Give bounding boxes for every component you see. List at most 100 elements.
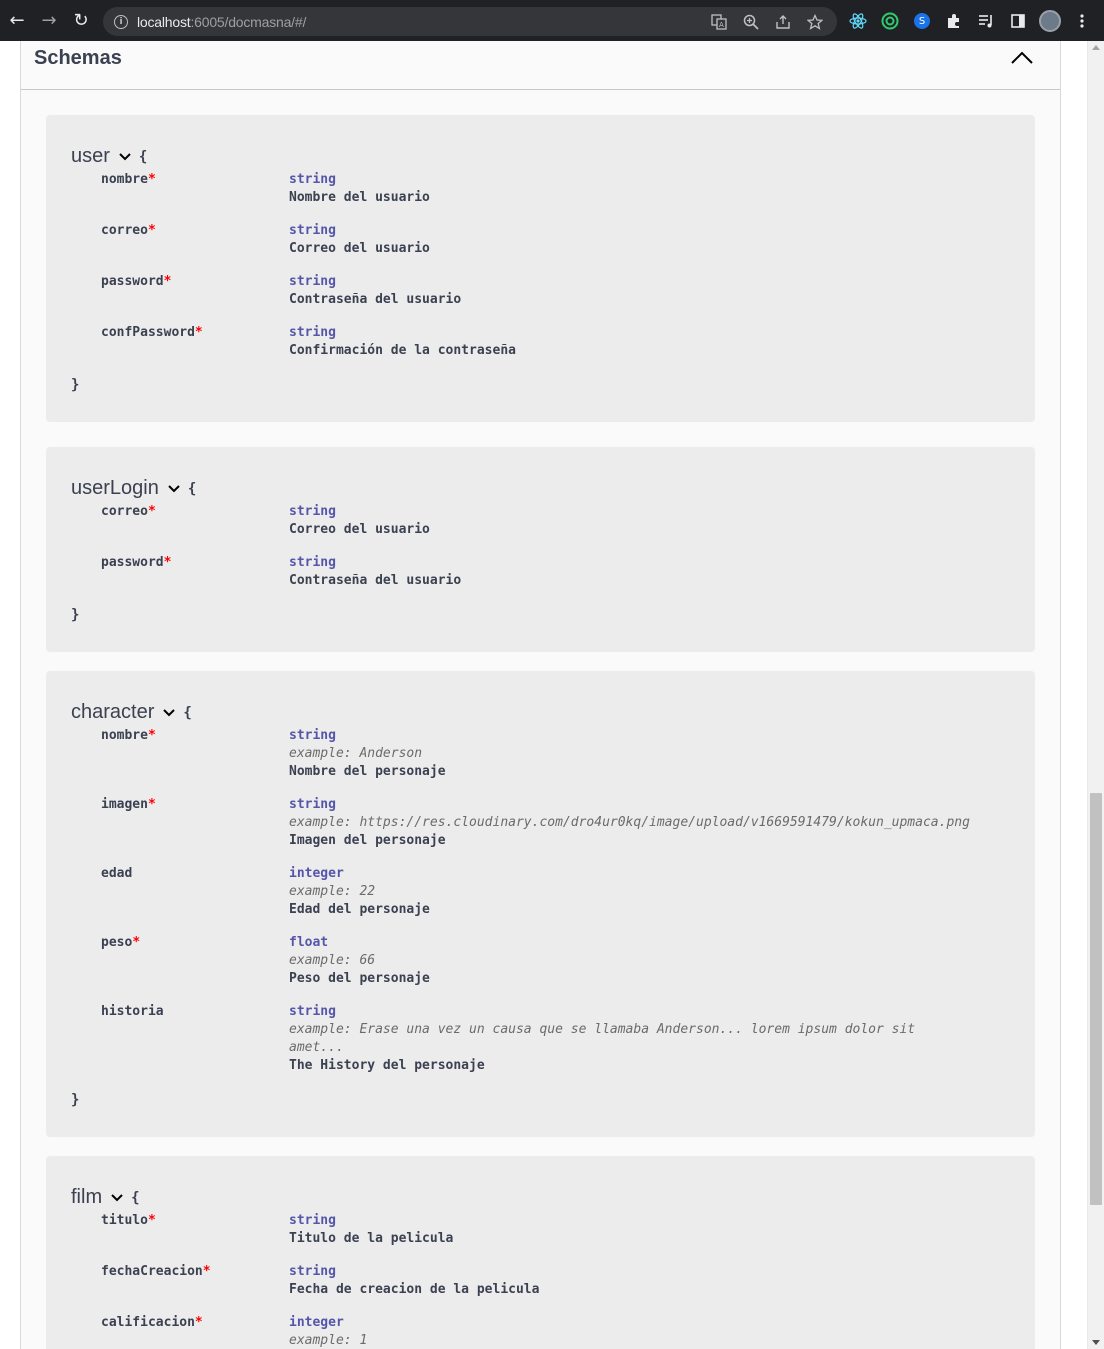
model-title[interactable]: film { bbox=[71, 1186, 140, 1209]
model-name[interactable]: character bbox=[71, 701, 154, 724]
property-name: password* bbox=[101, 555, 172, 570]
property-type: string bbox=[289, 172, 336, 187]
property-name: correo* bbox=[101, 504, 156, 519]
brace-open: { bbox=[183, 704, 192, 721]
property-description: Imagen del personaje bbox=[289, 833, 446, 848]
extension-blue-icon[interactable]: S bbox=[906, 5, 938, 37]
chevron-down-icon[interactable] bbox=[162, 708, 176, 718]
page-content: Schemas user { nombre* string Nombre del … bbox=[0, 41, 1087, 1349]
schemas-section: Schemas user { nombre* string Nombre del … bbox=[20, 41, 1061, 1349]
model-name[interactable]: user bbox=[71, 145, 110, 168]
url-text[interactable]: localhost:6005/docmasna/#/ bbox=[137, 14, 306, 30]
brace-close: } bbox=[71, 607, 80, 623]
page-scrollbar[interactable] bbox=[1087, 41, 1104, 1349]
puzzle-icon[interactable] bbox=[938, 5, 970, 37]
address-bar[interactable]: i localhost:6005/docmasna/#/ A bbox=[103, 7, 837, 36]
info-icon[interactable]: i bbox=[114, 14, 128, 29]
property-name: titulo* bbox=[101, 1213, 156, 1228]
property-example: example: 1 bbox=[289, 1333, 368, 1348]
property-type: string bbox=[289, 504, 336, 519]
property-description: The History del personaje bbox=[289, 1058, 485, 1073]
media-icon[interactable] bbox=[970, 5, 1002, 37]
property-name: peso* bbox=[101, 935, 141, 950]
property-example: example: Anderson bbox=[289, 746, 423, 761]
property-type: integer bbox=[289, 866, 344, 881]
property-example: example: 66 bbox=[289, 953, 376, 968]
chevron-down-icon[interactable] bbox=[167, 484, 181, 494]
property-type: string bbox=[289, 555, 336, 570]
translate-icon[interactable]: A bbox=[703, 7, 735, 36]
model-userlogin: userLogin { correo* string Correo del usu… bbox=[46, 447, 1035, 652]
property-name: imagen* bbox=[101, 797, 156, 812]
schemas-title: Schemas bbox=[34, 46, 122, 69]
property-description: Contraseña del usuario bbox=[289, 573, 462, 588]
property-type: string bbox=[289, 1213, 336, 1228]
property-type: string bbox=[289, 274, 336, 289]
property-example: example: Erase una vez un causa que se l… bbox=[289, 1022, 916, 1037]
property-description: Contraseña del usuario bbox=[289, 292, 462, 307]
model-name[interactable]: film bbox=[71, 1186, 102, 1209]
model-film: film { titulo* string Titulo de la pelicu… bbox=[46, 1156, 1035, 1349]
property-description: Nombre del personaje bbox=[289, 764, 446, 779]
avatar[interactable] bbox=[1034, 5, 1066, 37]
model-title[interactable]: character { bbox=[71, 701, 192, 724]
property-name: confPassword* bbox=[101, 325, 203, 340]
property-type: string bbox=[289, 728, 336, 743]
property-name: nombre* bbox=[101, 172, 156, 187]
menu-icon[interactable] bbox=[1066, 5, 1098, 37]
property-description: Peso del personaje bbox=[289, 971, 430, 986]
brace-open: { bbox=[138, 148, 148, 165]
property-description: Fecha de creacion de la pelicula bbox=[289, 1282, 540, 1297]
property-type: string bbox=[289, 1264, 336, 1279]
property-type: string bbox=[289, 797, 336, 812]
property-name: correo* bbox=[101, 223, 156, 238]
property-name: nombre* bbox=[101, 728, 156, 743]
model-character: character { nombre* string example: Ander… bbox=[46, 671, 1035, 1137]
model-title[interactable]: user { bbox=[71, 145, 147, 168]
chevron-down-icon[interactable] bbox=[110, 1193, 124, 1203]
brace-close: } bbox=[71, 377, 80, 393]
model-name[interactable]: userLogin bbox=[71, 477, 159, 500]
property-example: example: https://res.cloudinary.com/dro4… bbox=[289, 815, 970, 830]
extension-green-icon[interactable] bbox=[874, 5, 906, 37]
property-type: string bbox=[289, 223, 336, 238]
property-name: calificacion* bbox=[101, 1315, 203, 1330]
property-name: edad bbox=[101, 866, 133, 881]
model-user: user { nombre* string Nombre del usuario … bbox=[46, 115, 1035, 422]
share-icon[interactable] bbox=[767, 7, 799, 36]
zoom-icon[interactable] bbox=[735, 7, 767, 36]
property-example: example: 22 bbox=[289, 884, 376, 899]
schemas-header[interactable]: Schemas bbox=[21, 41, 1060, 90]
back-icon[interactable]: ← bbox=[1, 5, 33, 37]
property-description: Titulo de la pelicula bbox=[289, 1231, 454, 1246]
forward-icon[interactable]: → bbox=[33, 5, 65, 37]
property-description: Nombre del usuario bbox=[289, 190, 430, 205]
browser-toolbar: ← → ↻ i localhost:6005/docmasna/#/ A S bbox=[0, 0, 1104, 41]
property-type: string bbox=[289, 325, 336, 340]
url-host: localhost bbox=[137, 13, 191, 30]
property-name: password* bbox=[101, 274, 172, 289]
scroll-up-arrow-icon[interactable] bbox=[1092, 45, 1100, 50]
scrollbar-thumb[interactable] bbox=[1090, 793, 1102, 1205]
property-description: Correo del usuario bbox=[289, 241, 430, 256]
model-title[interactable]: userLogin { bbox=[71, 477, 196, 500]
svg-text:A: A bbox=[719, 21, 724, 29]
react-devtools-icon[interactable] bbox=[842, 5, 874, 37]
property-name: historia bbox=[101, 1004, 164, 1019]
property-description: Confirmación de la contraseña bbox=[289, 343, 516, 358]
property-description: Edad del personaje bbox=[289, 902, 430, 917]
chevron-down-icon[interactable] bbox=[118, 152, 132, 162]
brace-open: { bbox=[187, 480, 197, 497]
property-description: Correo del usuario bbox=[289, 522, 430, 537]
star-icon[interactable] bbox=[799, 7, 831, 36]
url-path: :6005/docmasna/#/ bbox=[190, 13, 307, 30]
property-name: fechaCreacion* bbox=[101, 1264, 211, 1279]
scroll-down-arrow-icon[interactable] bbox=[1092, 1340, 1100, 1345]
collapse-icon[interactable] bbox=[1010, 50, 1034, 66]
brace-open: { bbox=[131, 1189, 140, 1206]
brace-close: } bbox=[71, 1092, 80, 1108]
property-type: float bbox=[289, 935, 329, 950]
reload-icon[interactable]: ↻ bbox=[65, 5, 97, 37]
property-type: string bbox=[289, 1004, 336, 1019]
sidepanel-icon[interactable] bbox=[1002, 5, 1034, 37]
